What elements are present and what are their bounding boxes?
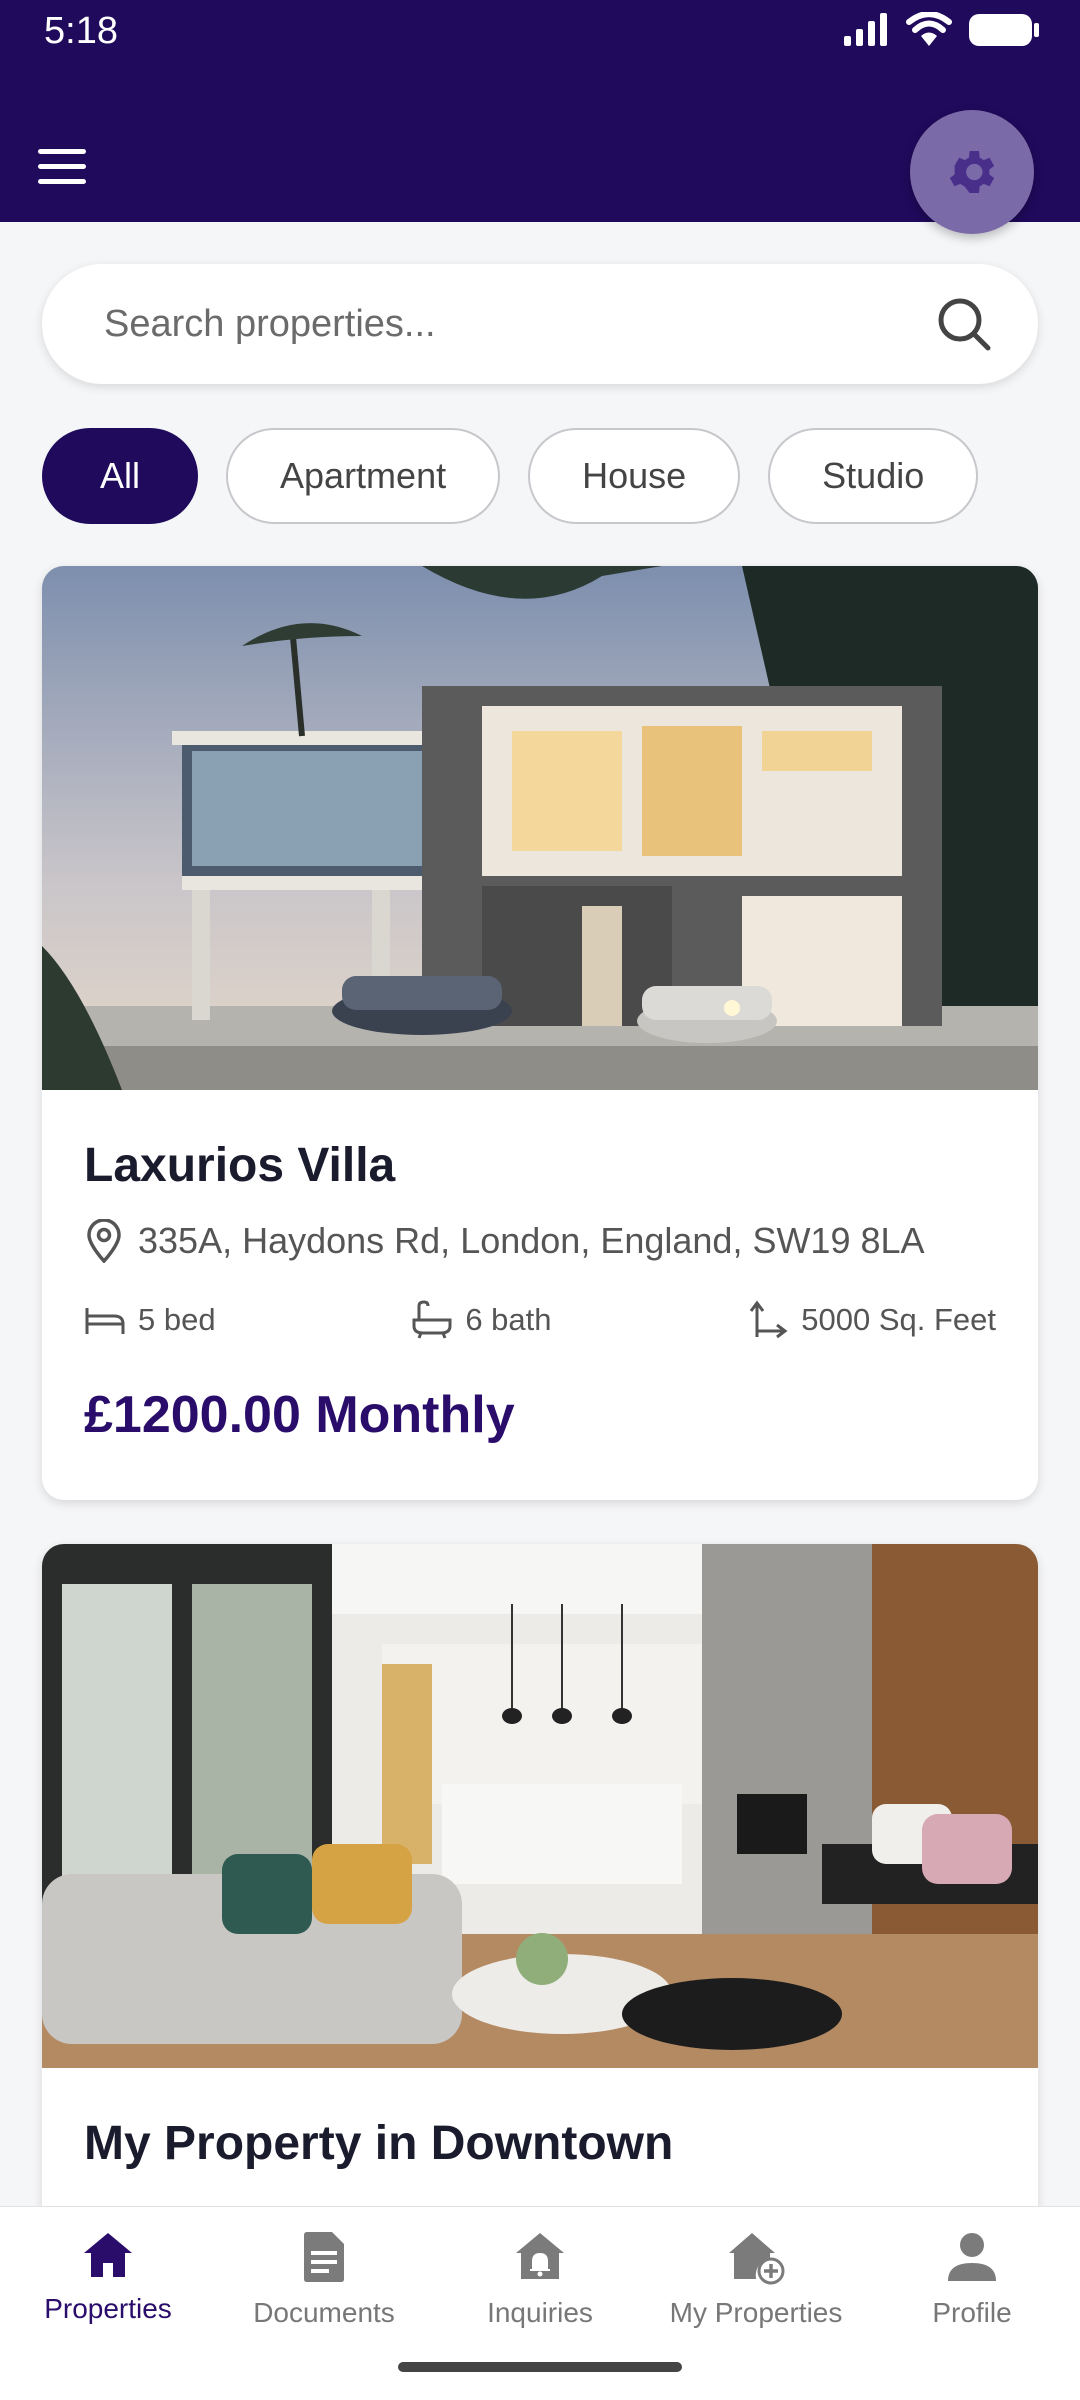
nav-label: My Properties [669, 2297, 843, 2328]
spec-area: 5000 Sq. Feet [747, 1299, 996, 1341]
address-text: 335A, Haydons Rd, London, England, SW19 … [138, 1220, 925, 1261]
menu-icon [38, 148, 86, 154]
property-price: £1200.00 Monthly [84, 1386, 515, 1444]
filter-chip-all[interactable]: All [42, 428, 199, 524]
signal-icon [844, 13, 887, 46]
filter-chips: All Apartment House Studio [42, 428, 979, 524]
card-body: Laxurios Villa 335A, Haydons Rd, London,… [42, 1090, 1038, 1445]
home-icon [84, 2233, 132, 2277]
person-icon [948, 2233, 996, 2281]
property-title: Laxurios Villa [84, 1139, 396, 1192]
status-time: 5:18 [44, 10, 118, 52]
settings-button[interactable] [910, 110, 1034, 234]
wifi-icon [906, 12, 952, 46]
card-body: My Property in Downtown [42, 2068, 1038, 2171]
home-indicator [398, 2362, 682, 2372]
search-icon [938, 298, 991, 351]
nav-my-properties[interactable]: My Properties [648, 2207, 864, 2400]
app-bar: 5:18 [0, 0, 1080, 234]
property-photo [42, 1544, 1038, 2068]
gear-icon [949, 151, 995, 193]
nav-label: Documents [253, 2297, 395, 2328]
nav-label: Properties [44, 2293, 172, 2324]
property-photo [42, 566, 1038, 1090]
battery-icon [969, 14, 1039, 46]
nav-properties[interactable]: Properties [0, 2207, 216, 2400]
search-input[interactable] [104, 302, 932, 346]
nav-label: Inquiries [487, 2297, 593, 2328]
search-bar [42, 264, 1038, 384]
bell-icon [516, 2233, 564, 2279]
nav-label: Profile [932, 2297, 1012, 2328]
bath-icon [412, 1300, 452, 1339]
location-pin-icon [87, 1219, 121, 1263]
bed-icon [85, 1308, 125, 1334]
filter-chip-house[interactable]: House [528, 428, 741, 524]
area-icon [750, 1300, 788, 1339]
document-icon [304, 2232, 344, 2282]
property-card[interactable]: My Property in Downtown [42, 1544, 1038, 2264]
search-button[interactable] [932, 292, 996, 356]
spec-baths: 6 bath [411, 1299, 552, 1341]
baths-text: 6 bath [465, 1302, 552, 1337]
add-home-icon [729, 2233, 785, 2285]
spec-beds: 5 bed [84, 1299, 216, 1341]
area-text: 5000 Sq. Feet [801, 1302, 996, 1337]
property-title: My Property in Downtown [84, 2117, 674, 2170]
filter-chip-studio[interactable]: Studio [768, 428, 979, 524]
screen: 5:18 Search properties... All Apartment … [0, 0, 1080, 2400]
nav-profile[interactable]: Profile [864, 2207, 1080, 2400]
property-address: 335A, Haydons Rd, London, England, SW19 … [84, 1219, 996, 1263]
beds-text: 5 bed [138, 1302, 216, 1337]
property-specs: 5 bed 6 bath 5000 Sq. Feet [84, 1299, 996, 1341]
property-card[interactable]: Laxurios Villa 335A, Haydons Rd, London,… [42, 566, 1038, 1500]
filter-chip-apartment[interactable]: Apartment [226, 428, 501, 524]
status-icons [842, 12, 1040, 48]
menu-button[interactable] [38, 130, 110, 202]
